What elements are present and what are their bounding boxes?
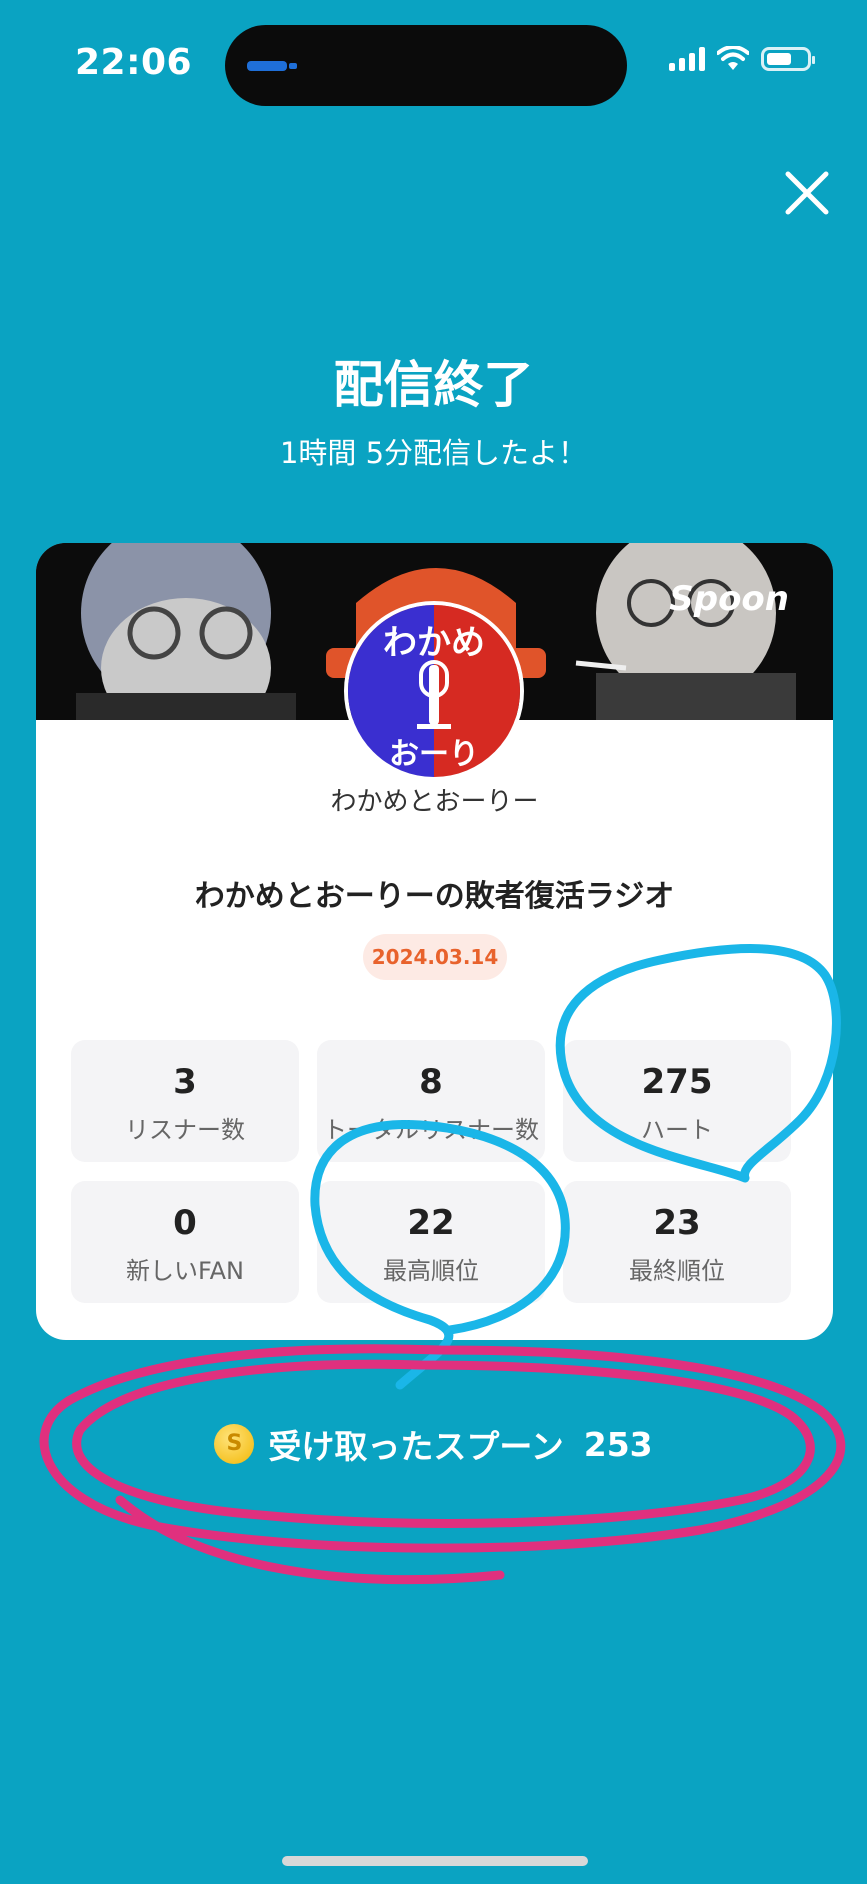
status-icons bbox=[669, 46, 815, 72]
stat-value: 0 bbox=[173, 1203, 197, 1243]
microphone-icon bbox=[417, 660, 451, 729]
battery-icon bbox=[761, 47, 815, 71]
channel-avatar[interactable]: わかめ おーり bbox=[344, 601, 524, 781]
stat-value: 23 bbox=[653, 1203, 701, 1243]
signal-icon bbox=[669, 47, 705, 71]
stat-value: 22 bbox=[407, 1203, 455, 1243]
stat-label: 最高順位 bbox=[383, 1257, 479, 1285]
stat-label: 最終順位 bbox=[629, 1257, 725, 1285]
avatar-text-bottom: おーり bbox=[389, 737, 479, 772]
stat-final-rank: 23 最終順位 bbox=[563, 1181, 791, 1303]
stat-total-listeners: 8 トータルリスナー数 bbox=[317, 1040, 545, 1162]
broadcast-title: わかめとおーりーの敗者復活ラジオ bbox=[194, 879, 675, 914]
stat-value: 8 bbox=[419, 1062, 443, 1102]
spoons-value: 253 bbox=[583, 1424, 653, 1464]
stat-label: 新しいFAN bbox=[126, 1257, 244, 1285]
stat-label: リスナー数 bbox=[125, 1116, 245, 1144]
dynamic-island bbox=[225, 25, 627, 106]
spoon-coin-icon: S bbox=[214, 1424, 255, 1464]
stat-listeners: 3 リスナー数 bbox=[71, 1040, 299, 1162]
camera-indicator-icon bbox=[247, 61, 297, 71]
stat-value: 275 bbox=[641, 1062, 713, 1102]
stat-new-fans: 0 新しいFAN bbox=[71, 1181, 299, 1303]
page-title: 配信終了 bbox=[333, 356, 534, 414]
stat-highest-rank: 22 最高順位 bbox=[317, 1181, 545, 1303]
spoon-brand-logo: Spoon bbox=[669, 579, 789, 619]
broadcast-date-badge: 2024.03.14 bbox=[363, 934, 507, 980]
stat-value: 3 bbox=[173, 1062, 197, 1102]
stat-label: ハート bbox=[641, 1116, 713, 1144]
broadcast-duration: 1時間 5分配信したよ！ bbox=[279, 436, 588, 470]
avatar-text-top: わかめ bbox=[383, 623, 485, 663]
home-indicator[interactable] bbox=[282, 1856, 588, 1866]
stat-label: トータルリスナー数 bbox=[323, 1116, 539, 1144]
close-icon[interactable] bbox=[782, 168, 832, 218]
stat-hearts: 275 ハート bbox=[563, 1040, 791, 1162]
status-time: 22:06 bbox=[75, 42, 193, 83]
spoons-received: S 受け取ったスプーン 253 bbox=[0, 1420, 867, 1468]
spoons-label: 受け取ったスプーン bbox=[268, 1427, 564, 1466]
stats-grid: 3 リスナー数 8 トータルリスナー数 275 ハート 0 新しいFAN 22 最高順位 … bbox=[71, 1040, 791, 1303]
broadcast-summary-card: Spoon わかめ おーり わかめとおーりー わかめとおーりーの敗者復活ラジオ … bbox=[36, 543, 833, 1340]
channel-name[interactable]: わかめとおーりー bbox=[36, 781, 833, 818]
wifi-icon bbox=[717, 46, 749, 70]
